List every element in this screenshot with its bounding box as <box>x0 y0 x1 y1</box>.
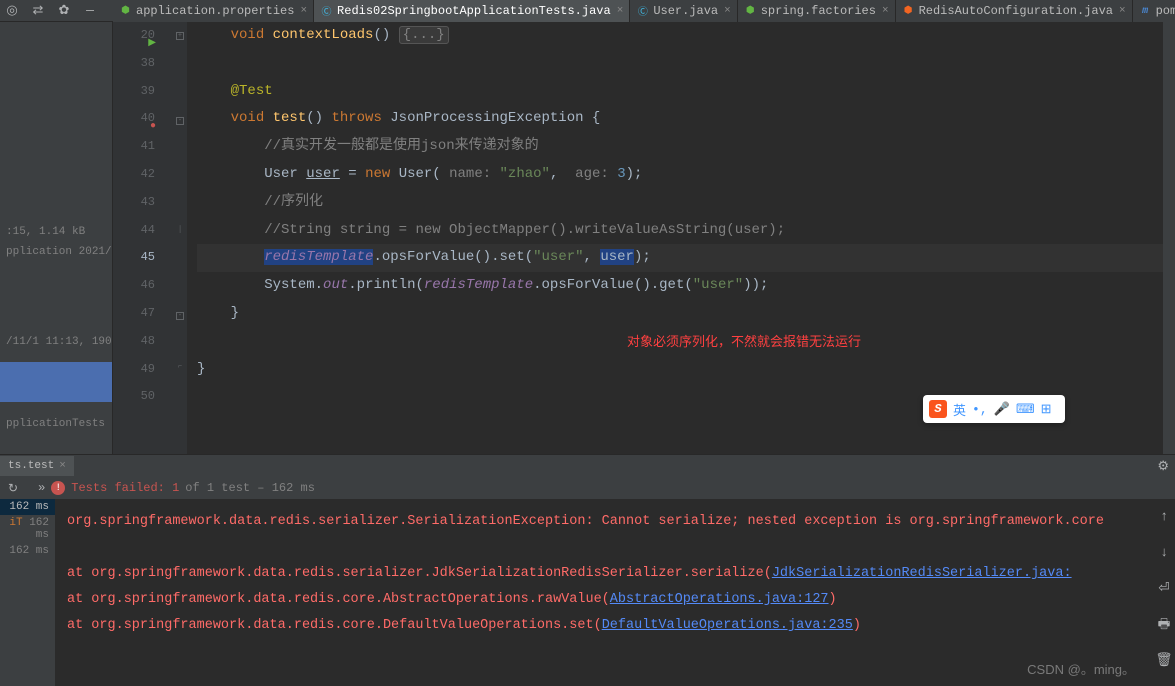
close-icon[interactable]: × <box>617 5 624 17</box>
watermark: CSDN @。ming。 <box>1027 659 1135 678</box>
ime-logo-icon: S <box>929 400 947 418</box>
test-status: ↻ » ! Tests failed: 1 of 1 test – 162 ms <box>0 477 1175 499</box>
fold-icon[interactable]: - <box>176 312 184 320</box>
close-icon[interactable]: × <box>724 5 731 17</box>
sidebar-item[interactable]: pplication 2021/11/ <box>0 242 112 262</box>
test-status-text: Tests failed: 1 <box>71 481 179 495</box>
test-status-detail: of 1 test – 162 ms <box>185 481 315 495</box>
gutter-line: 40● <box>113 105 155 133</box>
sidebar-item[interactable]: pplicationTests 202 <box>0 414 112 434</box>
gutter-line: 46 <box>113 272 155 300</box>
ime-mic-icon[interactable]: 🎤 <box>994 402 1010 417</box>
run-panel: ts.test × ⚙ ↻ » ! Tests failed: 1 of 1 t… <box>0 454 1175 686</box>
gutter-line: 43 <box>113 189 155 217</box>
close-icon[interactable]: × <box>1119 5 1126 17</box>
gutter-line: 44 <box>113 217 155 245</box>
class-icon: Ⓒ <box>636 5 649 18</box>
console-line <box>67 535 1163 561</box>
test-body: 162 ms iT 162 ms 162 ms org.springframew… <box>0 499 1175 686</box>
fold-icon[interactable]: - <box>176 117 184 125</box>
tab-label: pom.xml <box>1156 4 1175 18</box>
class-icon: Ⓒ <box>320 5 333 18</box>
close-icon[interactable]: × <box>882 5 889 17</box>
panel-tabs: ts.test × ⚙ <box>0 455 1175 477</box>
console-line: at org.springframework.data.redis.serial… <box>67 561 1163 587</box>
panel-tab-label: ts.test <box>8 460 54 472</box>
stack-link[interactable]: JdkSerializationRedisSerializer.java: <box>772 566 1072 581</box>
expand-icon[interactable]: ⇄ <box>30 3 46 19</box>
test-tree-item[interactable]: 162 ms <box>0 499 55 515</box>
close-icon[interactable]: × <box>59 460 66 472</box>
tab-label: User.java <box>653 4 718 18</box>
tab-tests[interactable]: Ⓒ Redis02SpringbootApplicationTests.java… <box>314 0 630 22</box>
fold-line: ⌐ <box>176 364 184 372</box>
console-line: org.springframework.data.redis.serialize… <box>67 509 1163 535</box>
test-tree[interactable]: 162 ms iT 162 ms 162 ms <box>0 499 55 686</box>
stack-link[interactable]: AbstractOperations.java:127 <box>610 592 829 607</box>
fail-icon: ! <box>51 481 65 495</box>
fold-line: │ <box>176 227 184 235</box>
gutter-line: 42 <box>113 161 155 189</box>
gutter-line: 47 <box>113 300 155 328</box>
file-icon: ⬢ <box>119 5 132 18</box>
console-line: at org.springframework.data.redis.core.D… <box>67 613 1163 639</box>
editor-tabs: ⬢ application.properties × Ⓒ Redis02Spri… <box>113 0 1175 22</box>
tab-label: RedisAutoConfiguration.java <box>919 4 1113 18</box>
gutter-line: 20▶ <box>113 22 155 50</box>
console-output[interactable]: org.springframework.data.redis.serialize… <box>55 499 1175 686</box>
test-tree-item[interactable]: iT 162 ms <box>0 515 55 543</box>
tab-label: Redis02SpringbootApplicationTests.java <box>337 4 611 18</box>
ime-lang[interactable]: 英 <box>953 400 966 419</box>
annotation-text: 对象必须序列化，不然就会报错无法运行 <box>627 328 861 356</box>
console-line: at org.springframework.data.redis.core.A… <box>67 587 1163 613</box>
target-icon[interactable]: ◎ <box>4 3 20 19</box>
close-icon[interactable]: × <box>300 5 307 17</box>
gutter-line: 50 <box>113 383 155 411</box>
ime-keyboard-icon[interactable]: ⌨ <box>1016 402 1035 417</box>
ime-toolbar[interactable]: S 英 •, 🎤 ⌨ ⊞ <box>923 395 1065 423</box>
sidebar-item[interactable]: :15, 1.14 kB <box>0 222 112 242</box>
gutter-line: 49 <box>113 356 155 384</box>
tab-label: spring.factories <box>761 4 876 18</box>
gutter-line: 39 <box>113 78 155 106</box>
panel-tab[interactable]: ts.test × <box>0 456 74 476</box>
gutter-line: 41 <box>113 133 155 161</box>
wrap-icon[interactable]: ⏎ <box>1158 577 1169 603</box>
tab-factories[interactable]: ⬢ spring.factories × <box>738 0 896 22</box>
file-icon: ⬢ <box>744 5 757 18</box>
sidebar-item[interactable]: /11/1 11:13, 190 B <box>0 332 112 352</box>
collapse-icon[interactable]: — <box>82 3 98 19</box>
test-tree-item[interactable]: 162 ms <box>0 543 55 559</box>
history-icon[interactable]: ↻ <box>8 481 18 496</box>
maven-icon: m <box>1139 5 1152 18</box>
gutter-line: 48 <box>113 328 155 356</box>
gutter-line: 38 <box>113 50 155 78</box>
tab-label: application.properties <box>136 4 294 18</box>
sidebar-item[interactable] <box>0 362 112 402</box>
file-icon: ⬢ <box>902 5 915 18</box>
up-icon[interactable]: ↑ <box>1160 505 1168 531</box>
tab-pom[interactable]: m pom.xml × <box>1133 0 1175 22</box>
console-toolbar: ↑ ↓ ⏎ 🖶 🗑 » <box>1153 499 1175 686</box>
expand-icon[interactable]: » <box>38 481 45 495</box>
stack-link[interactable]: DefaultValueOperations.java:235 <box>602 618 853 633</box>
tab-autoconf[interactable]: ⬢ RedisAutoConfiguration.java × <box>896 0 1133 22</box>
down-icon[interactable]: ↓ <box>1160 541 1168 567</box>
ime-menu-icon[interactable]: ⊞ <box>1041 402 1052 417</box>
ime-punct-icon[interactable]: •, <box>972 402 988 417</box>
trash-icon[interactable]: 🗑 <box>1155 649 1172 675</box>
tab-user[interactable]: Ⓒ User.java × <box>630 0 737 22</box>
settings-icon[interactable]: ✿ <box>56 3 72 19</box>
tab-properties[interactable]: ⬢ application.properties × <box>113 0 314 22</box>
fold-icon[interactable]: + <box>176 32 184 40</box>
gutter-line-current: 45 <box>113 244 155 272</box>
print-icon[interactable]: 🖶 <box>1158 613 1171 639</box>
gear-icon[interactable]: ⚙ <box>1157 459 1169 474</box>
